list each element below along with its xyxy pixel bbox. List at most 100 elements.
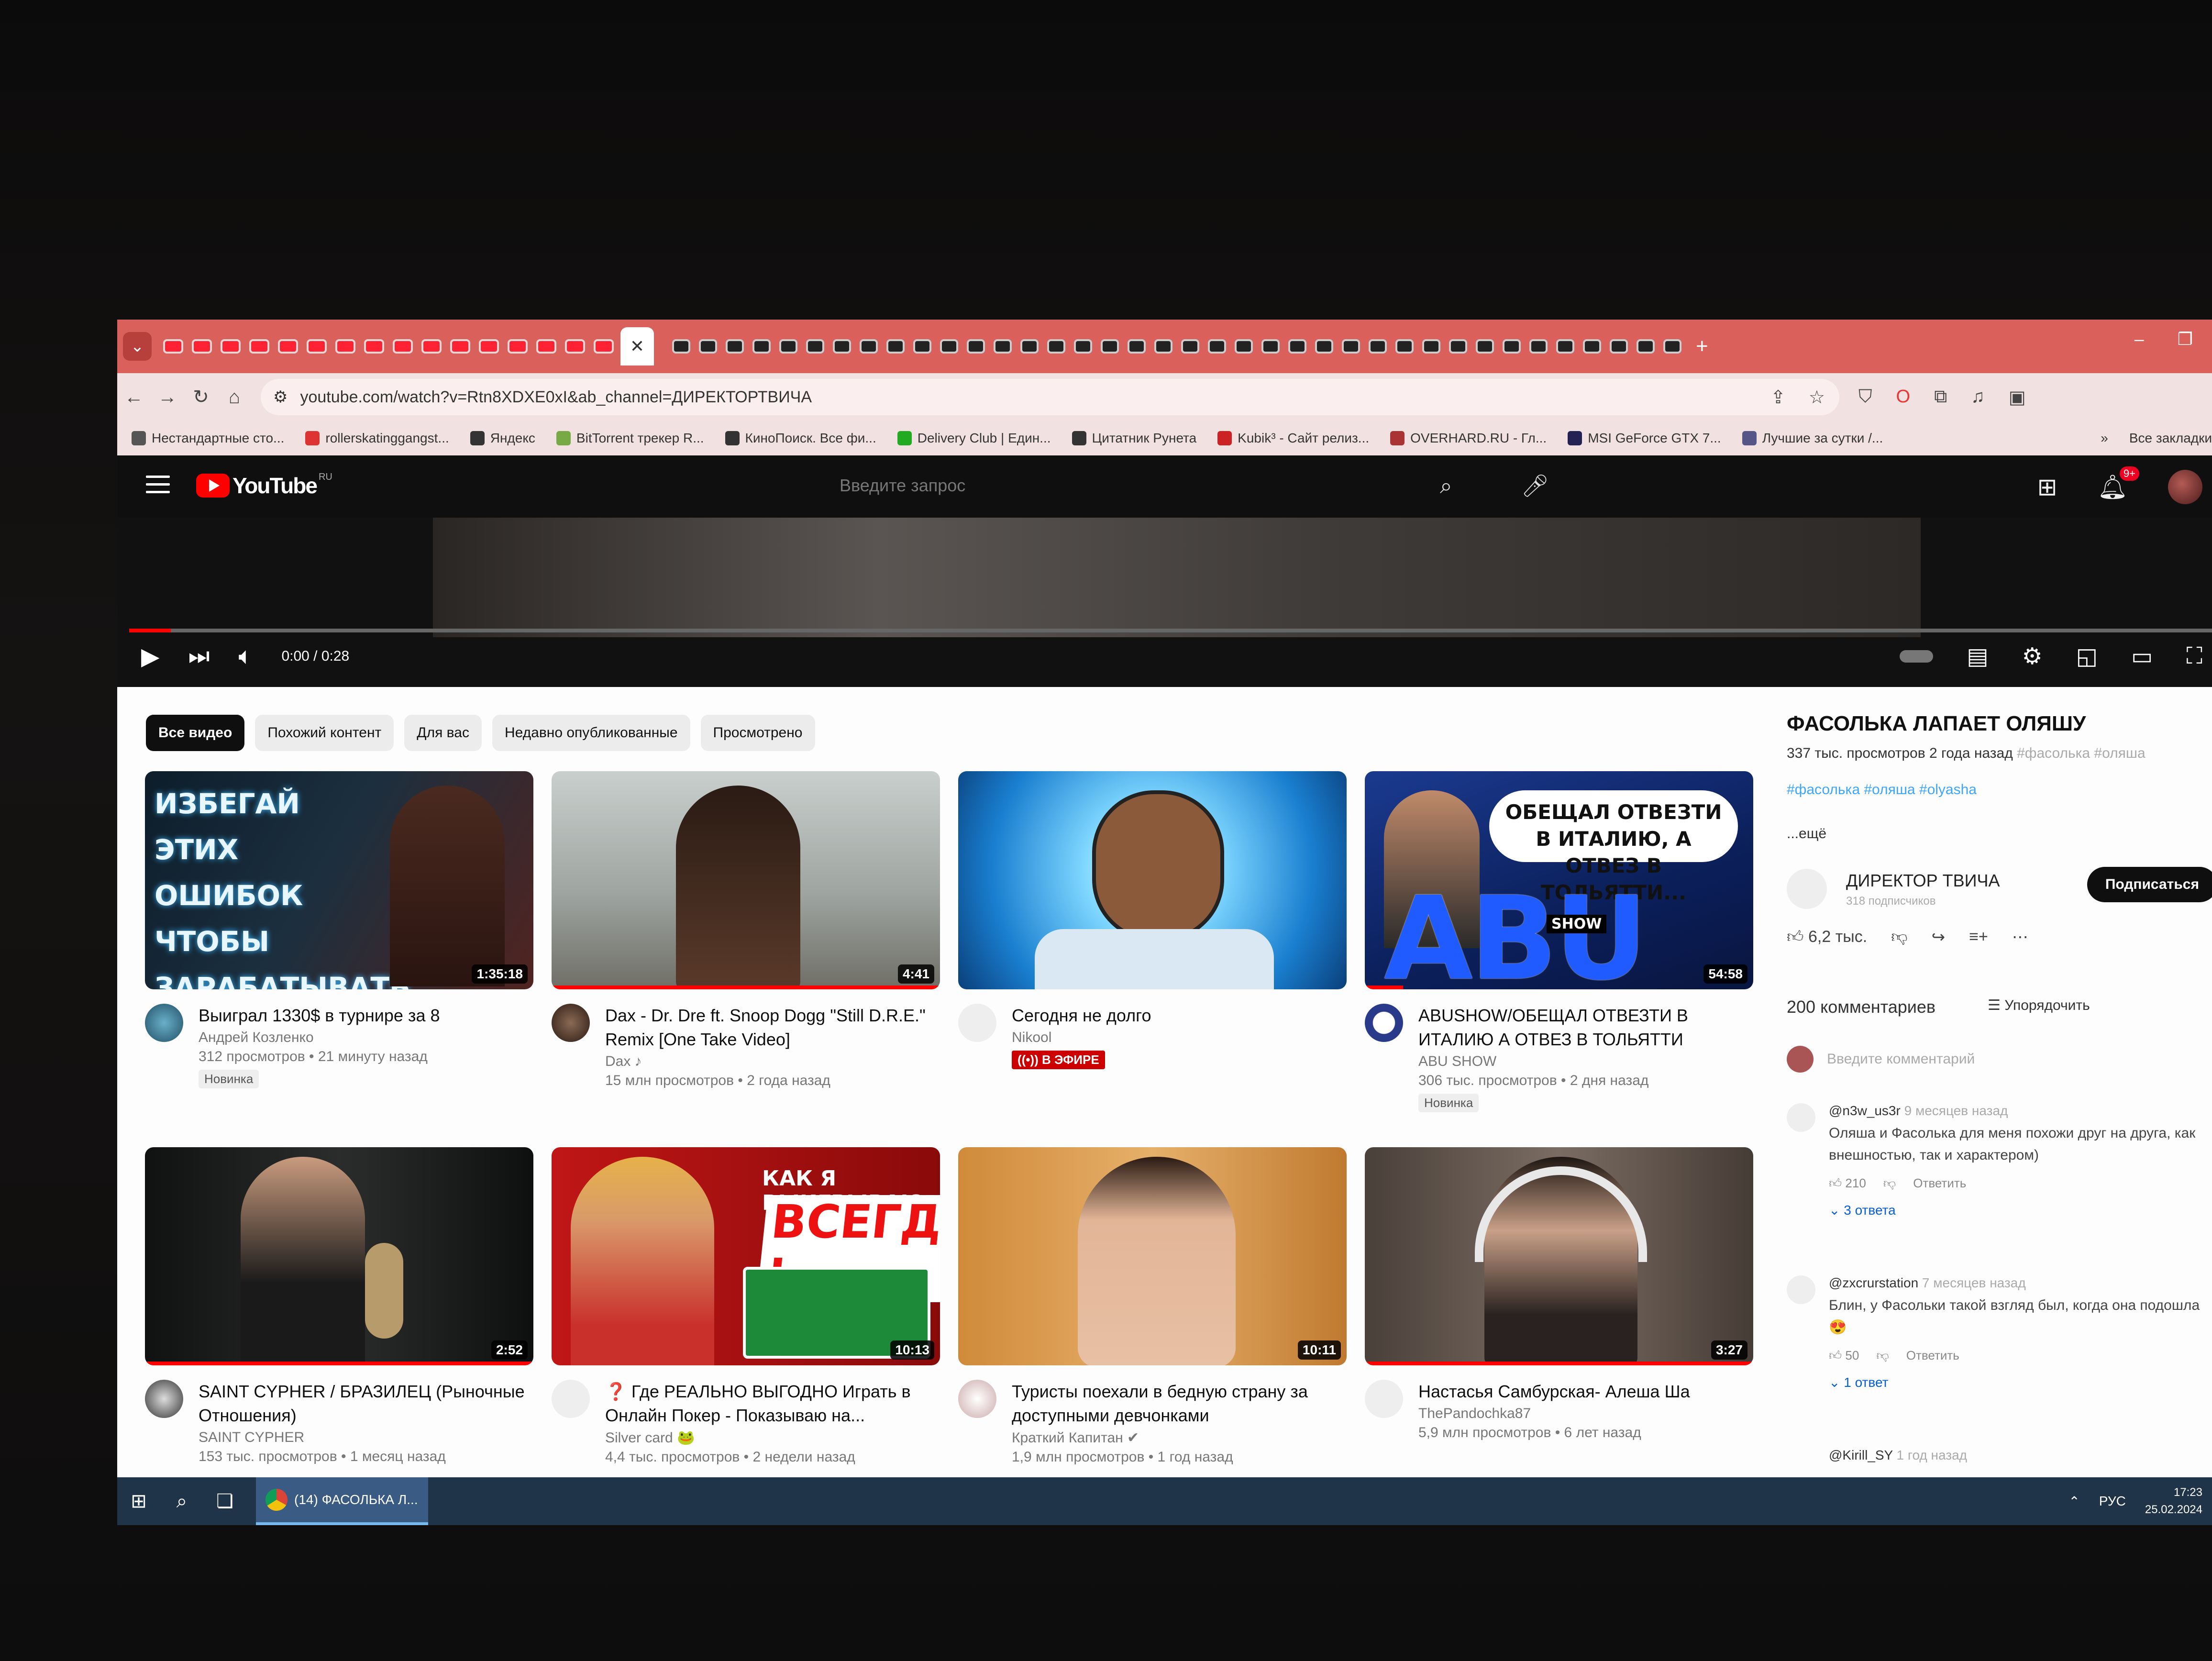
tab-youtube-favicon-icon[interactable] (307, 339, 327, 354)
filter-chip[interactable]: Просмотрено (700, 715, 815, 751)
notifications-icon[interactable]: 🔔︎ 9+ (2098, 466, 2139, 501)
tab-film-favicon-icon[interactable] (886, 339, 905, 354)
minimize-icon[interactable]: – (2135, 329, 2144, 349)
show-more-button[interactable]: ...ещё (1787, 826, 1826, 842)
tab-film-favicon-icon[interactable] (940, 339, 958, 354)
tab-film-favicon-icon[interactable] (1503, 339, 1521, 354)
channel-name[interactable]: ThePandochka87 (1418, 1406, 1753, 1422)
theater-mode-icon[interactable]: ▭ (2131, 643, 2153, 670)
channel-avatar[interactable] (145, 1004, 183, 1042)
subtitles-icon[interactable]: ▤ (1967, 643, 1988, 670)
channel-name[interactable]: Краткий Капитан ✔ (1012, 1429, 1347, 1446)
opera-icon[interactable]: O (1896, 387, 1911, 408)
video-card[interactable]: Сегодня не долго Nikool ((•)) В ЭФИРЕ (958, 771, 1347, 1069)
tab-youtube-favicon-icon[interactable] (393, 339, 413, 354)
video-title[interactable]: SAINT CYPHER / БРАЗИЛЕЦ (Рыночные Отноше… (199, 1380, 533, 1428)
channel-avatar[interactable] (1787, 869, 1827, 909)
dislike-icon[interactable]: 👎︎ (1891, 927, 1908, 947)
reply-button[interactable]: Ответить (1913, 1176, 1966, 1191)
tab-youtube-favicon-icon[interactable] (479, 339, 499, 354)
tab-film-favicon-icon[interactable] (1181, 339, 1199, 354)
bookmark-item[interactable]: MSI GeForce GTX 7... (1568, 431, 1721, 446)
channel-avatar[interactable] (1365, 1380, 1403, 1418)
autoplay-toggle[interactable] (1900, 650, 1934, 663)
video-thumbnail[interactable]: 3:27 (1365, 1147, 1753, 1365)
tab-youtube-favicon-icon[interactable] (536, 339, 556, 354)
tab-film-favicon-icon[interactable] (1395, 339, 1414, 354)
fullscreen-icon[interactable]: ⛶ (2186, 643, 2202, 670)
bookmark-item[interactable]: OVERHARD.RU - Гл... (1390, 431, 1547, 446)
video-thumbnail[interactable]: 2:52 (145, 1147, 533, 1365)
video-thumbnail[interactable]: КАК Я ВЫИГРЫВАЮ ВСЕГДА ! 10:13 (552, 1147, 940, 1365)
bookmark-item[interactable]: BitTorrent трекер R... (556, 431, 704, 446)
save-to-playlist-icon[interactable]: ≡+ (1969, 928, 1988, 946)
channel-name[interactable]: Silver card 🐸 (605, 1429, 940, 1446)
channel-name[interactable]: Nikool (1012, 1030, 1347, 1046)
tab-film-favicon-icon[interactable] (1663, 339, 1681, 354)
show-replies-button[interactable]: ⌄ 1 ответ (1829, 1374, 2212, 1390)
hashtags[interactable]: #фасолька #оляша #olyasha (1787, 782, 1977, 798)
tab-youtube-favicon-icon[interactable] (278, 339, 298, 354)
filter-chip[interactable]: Похожий контент (255, 715, 394, 751)
bookmark-item[interactable]: Цитатник Рунета (1072, 431, 1196, 446)
tab-film-favicon-icon[interactable] (913, 339, 931, 354)
tab-film-favicon-icon[interactable] (1047, 339, 1065, 354)
comment-author[interactable]: @zxcrurstation (1829, 1275, 1918, 1290)
site-info-icon[interactable]: ⚙ (273, 388, 288, 407)
video-title[interactable]: Сегодня не долго (1012, 1004, 1347, 1028)
tab-film-favicon-icon[interactable] (1261, 339, 1280, 354)
tab-film-favicon-icon[interactable] (1315, 339, 1333, 354)
bookmark-item[interactable]: Kubik³ - Сайт релиз... (1217, 431, 1369, 446)
tab-film-favicon-icon[interactable] (833, 339, 851, 354)
youtube-logo[interactable]: YouTube RU (196, 472, 332, 498)
video-card[interactable]: КАК Я ВЫИГРЫВАЮ ВСЕГДА ! 10:13 ❓ Где РЕА… (552, 1147, 940, 1465)
comment-like-button[interactable]: 👍︎ 210 (1829, 1176, 1866, 1191)
home-icon[interactable]: ⌂ (218, 387, 251, 408)
volume-icon[interactable]: 🔈︎ (238, 642, 253, 670)
tab-youtube-favicon-icon[interactable] (335, 339, 355, 354)
play-icon[interactable]: ▶ (141, 642, 159, 670)
commenter-avatar[interactable] (1787, 1275, 1815, 1304)
share-icon[interactable]: ↪ (1932, 928, 1946, 947)
progress-bar[interactable] (129, 629, 2212, 632)
bookmark-item[interactable]: Лучшие за сутки /... (1742, 431, 1883, 446)
video-title[interactable]: Dax - Dr. Dre ft. Snoop Dogg "Still D.R.… (605, 1004, 940, 1052)
tab-film-favicon-icon[interactable] (1288, 339, 1306, 354)
video-thumbnail[interactable]: 10:11 (958, 1147, 1347, 1365)
reply-button[interactable]: Ответить (1906, 1348, 1959, 1363)
tab-youtube-favicon-icon[interactable] (192, 339, 212, 354)
tab-film-favicon-icon[interactable] (1208, 339, 1226, 354)
channel-name[interactable]: ДИРЕКТОР ТВИЧА (1846, 871, 2000, 891)
tab-youtube-favicon-icon[interactable] (421, 339, 442, 354)
comment-input[interactable]: Введите комментарий (1827, 1051, 1975, 1067)
video-card[interactable]: ИЗБЕГАЙ ЭТИХ ОШИБОК ЧТОБЫ ЗАРАБАТЫВАТЬ П… (145, 771, 533, 1088)
tab-search-button[interactable]: ⌄ (123, 332, 152, 361)
commenter-avatar[interactable] (1787, 1103, 1815, 1132)
sidebar-icon[interactable]: ▣ (2009, 387, 2026, 408)
tab-film-favicon-icon[interactable] (1476, 339, 1494, 354)
channel-avatar[interactable] (552, 1380, 590, 1418)
tab-close-icon[interactable]: ✕ (620, 327, 654, 365)
video-title[interactable]: ❓ Где РЕАЛЬНО ВЫГОДНО Играть в Онлайн По… (605, 1380, 940, 1428)
channel-avatar[interactable] (1365, 1004, 1403, 1042)
filter-chip[interactable]: Для вас (404, 715, 482, 751)
tab-film-favicon-icon[interactable] (672, 339, 690, 354)
tab-film-favicon-icon[interactable] (1235, 339, 1253, 354)
search-input[interactable]: Введите запрос (840, 476, 965, 496)
tab-youtube-favicon-icon[interactable] (221, 339, 241, 354)
media-icon[interactable]: ♫ (1971, 387, 1985, 408)
tab-film-favicon-icon[interactable] (1101, 339, 1119, 354)
tab-film-favicon-icon[interactable] (726, 339, 744, 354)
search-icon[interactable]: ⌕ (1440, 473, 1452, 499)
back-icon[interactable]: ← (117, 387, 151, 408)
bookmark-item[interactable]: Delivery Club | Един... (897, 431, 1051, 446)
video-title[interactable]: Туристы поехали в бедную страну за досту… (1012, 1380, 1347, 1428)
tab-youtube-favicon-icon[interactable] (450, 339, 470, 354)
clock[interactable]: 17:23 25.02.2024 (2145, 1484, 2202, 1518)
tab-youtube-favicon-icon[interactable] (508, 339, 528, 354)
video-card[interactable]: ОБЕЩАЛ ОТВЕЗТИ В ИТАЛИЮ, А ОТВЕЗ В ТОЛЬЯ… (1365, 771, 1753, 1112)
video-thumbnail[interactable]: ИЗБЕГАЙ ЭТИХ ОШИБОК ЧТОБЫ ЗАРАБАТЫВАТЬ П… (145, 771, 533, 989)
tab-film-favicon-icon[interactable] (1556, 339, 1574, 354)
tab-film-favicon-icon[interactable] (1369, 339, 1387, 354)
tab-film-favicon-icon[interactable] (1128, 339, 1146, 354)
